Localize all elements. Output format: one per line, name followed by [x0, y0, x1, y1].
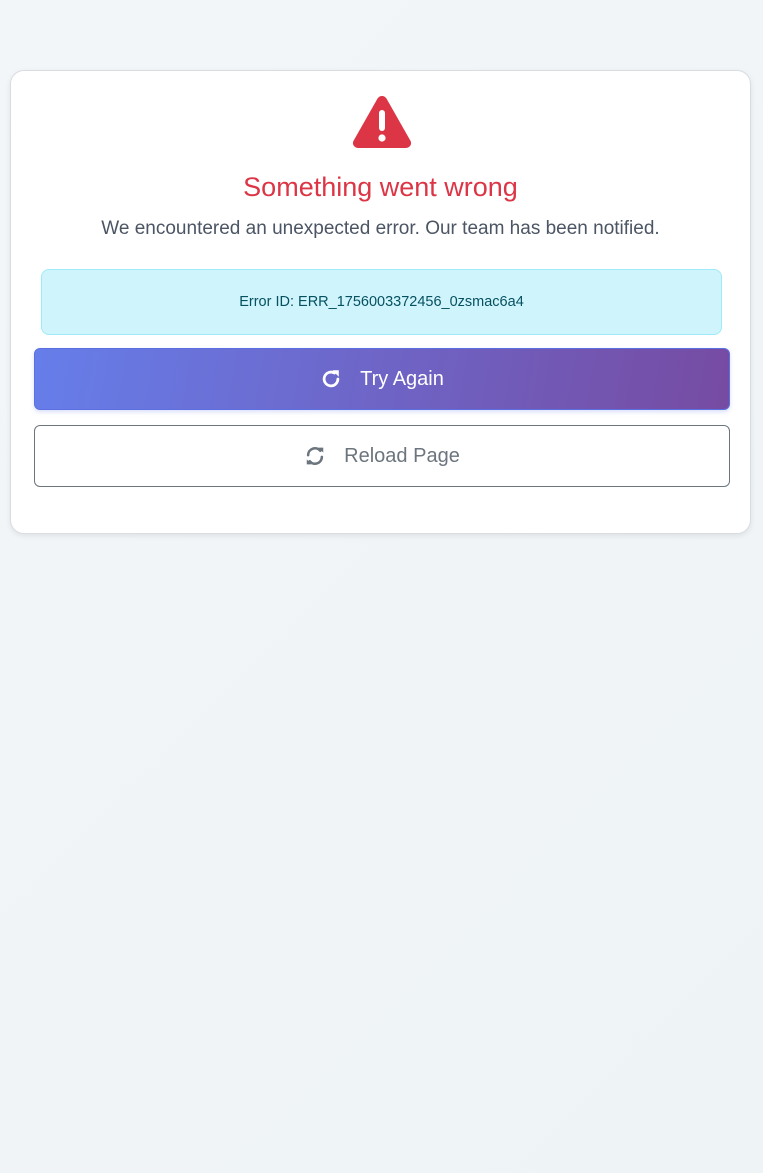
- error-id-text: Error ID: ERR_1756003372456_0zsmac6a4: [239, 294, 524, 310]
- reload-page-label: Reload Page: [344, 444, 460, 467]
- error-id-alert: Error ID: ERR_1756003372456_0zsmac6a4: [41, 269, 722, 335]
- error-title: Something went wrong: [243, 172, 518, 202]
- try-again-button[interactable]: Try Again: [34, 348, 730, 410]
- exclamation-triangle-icon: [352, 96, 412, 148]
- redo-icon: [322, 370, 340, 388]
- error-card: Something went wrong We encountered an u…: [10, 70, 751, 534]
- reload-page-button[interactable]: Reload Page: [34, 425, 730, 487]
- sync-icon: [306, 446, 324, 466]
- error-message: We encountered an unexpected error. Our …: [101, 218, 660, 239]
- try-again-label: Try Again: [360, 367, 444, 390]
